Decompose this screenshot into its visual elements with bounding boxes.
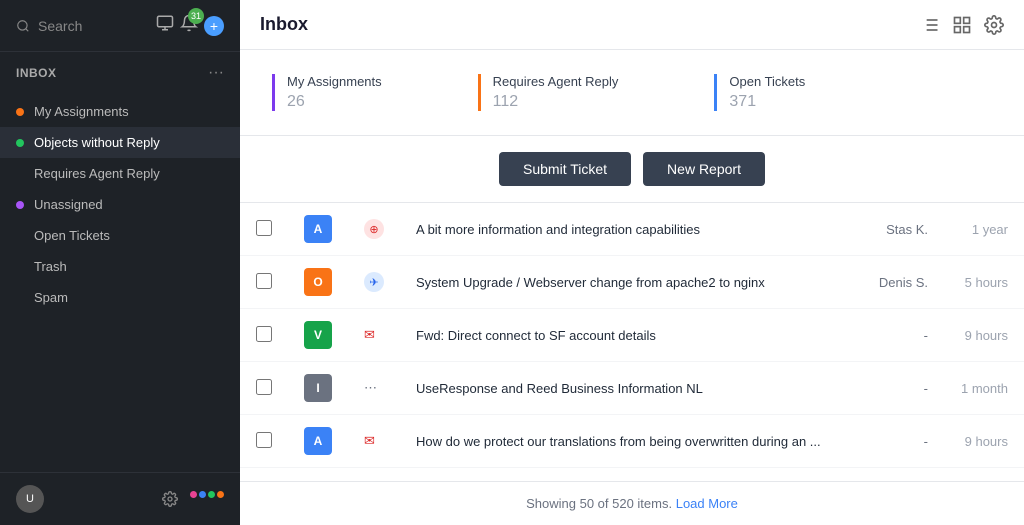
table-row[interactable]: V ✉ Fwd: Direct connect to SF account de… <box>240 309 1024 362</box>
time-ago: 9 hours <box>944 415 1024 468</box>
sidebar-item-unassigned[interactable]: Unassigned <box>0 189 240 220</box>
bell-icon-wrap[interactable]: 31 <box>180 14 198 37</box>
settings-header-icon[interactable] <box>984 15 1004 35</box>
subject-text: How do we protect our translations from … <box>416 434 821 449</box>
table-row[interactable]: O ✈ System Upgrade / Webserver change fr… <box>240 256 1024 309</box>
table-row[interactable]: I ⋯ UseResponse and Reed Business Inform… <box>240 362 1024 415</box>
lifebuoy-icon: ⊕ <box>364 219 384 239</box>
page-title: Inbox <box>260 14 308 35</box>
stat-open-tickets: Open Tickets 371 <box>714 74 853 111</box>
subject-text: System Upgrade / Webserver change from a… <box>416 275 765 290</box>
inbox-table: A ⊕ A bit more information and integrati… <box>240 203 1024 468</box>
sidebar-item-open-tickets[interactable]: Open Tickets <box>0 220 240 251</box>
avatar: A <box>304 427 332 455</box>
table-footer: Showing 50 of 520 items. Load More <box>240 481 1024 525</box>
user-avatar[interactable]: U <box>16 485 44 513</box>
time-ago: 5 hours <box>944 256 1024 309</box>
sidebar-item-label: Objects without Reply <box>34 135 160 150</box>
avatar: V <box>304 321 332 349</box>
row-checkbox[interactable] <box>256 273 272 289</box>
colorful-icon <box>190 491 224 507</box>
add-button[interactable]: + <box>204 16 224 36</box>
avatar: I <box>304 374 332 402</box>
telegram-icon: ✈ <box>364 272 384 292</box>
sidebar-item-label: My Assignments <box>34 104 129 119</box>
main-content: Inbox My Assignments 26 Requires Agent R… <box>240 0 1024 525</box>
search-area[interactable]: Search <box>16 18 146 34</box>
time-ago: 9 hours <box>944 309 1024 362</box>
sidebar-nav: My Assignments Objects without Reply Req… <box>0 96 240 313</box>
chat-icon: ⋯ <box>364 380 377 395</box>
sidebar-footer: U <box>0 472 240 525</box>
main-header: Inbox <box>240 0 1024 50</box>
agent-name: Denis S. <box>844 256 944 309</box>
sidebar-item-label: Trash <box>34 259 67 274</box>
sidebar-item-label: Spam <box>34 290 68 305</box>
row-checkbox[interactable] <box>256 432 272 448</box>
stat-my-assignments: My Assignments 26 <box>272 74 430 111</box>
agent-name: - <box>844 362 944 415</box>
monitor-icon <box>156 14 174 32</box>
sidebar-item-objects-without-reply[interactable]: Objects without Reply <box>0 127 240 158</box>
settings-icon[interactable] <box>162 491 178 507</box>
notification-badge: 31 <box>188 8 204 24</box>
avatar: A <box>304 215 332 243</box>
stat-label: My Assignments <box>287 74 382 89</box>
row-checkbox[interactable] <box>256 379 272 395</box>
inbox-section-header: INBOX ··· <box>16 64 224 82</box>
inbox-label: INBOX <box>16 66 57 80</box>
action-row: Submit Ticket New Report <box>240 136 1024 203</box>
stat-label: Requires Agent Reply <box>493 74 619 89</box>
footer-count: Showing 50 of 520 items. <box>526 496 672 511</box>
sidebar-item-label: Unassigned <box>34 197 103 212</box>
stat-label: Open Tickets <box>729 74 805 89</box>
submit-ticket-button[interactable]: Submit Ticket <box>499 152 631 186</box>
subject-text: UseResponse and Reed Business Informatio… <box>416 381 703 396</box>
sidebar-top: Search 31 + <box>0 0 240 52</box>
load-more-link[interactable]: Load More <box>676 496 738 511</box>
row-checkbox[interactable] <box>256 220 272 236</box>
sidebar-item-trash[interactable]: Trash <box>0 251 240 282</box>
top-icons: 31 + <box>156 14 224 37</box>
new-report-button[interactable]: New Report <box>643 152 765 186</box>
table-row[interactable]: A ✉ How do we protect our translations f… <box>240 415 1024 468</box>
row-checkbox[interactable] <box>256 326 272 342</box>
footer-icons <box>162 491 224 507</box>
subject-text: Fwd: Direct connect to SF account detail… <box>416 328 656 343</box>
agent-name: Stas K. <box>844 203 944 256</box>
sidebar-item-my-assignments[interactable]: My Assignments <box>0 96 240 127</box>
table-row[interactable]: A ⊕ A bit more information and integrati… <box>240 203 1024 256</box>
inbox-section: INBOX ··· <box>0 52 240 96</box>
search-label: Search <box>38 18 82 34</box>
stats-bar: My Assignments 26 Requires Agent Reply 1… <box>240 50 1024 136</box>
sidebar-item-label: Requires Agent Reply <box>34 166 160 181</box>
filter-icon[interactable] <box>920 15 940 35</box>
stat-value: 26 <box>287 93 382 111</box>
email-icon: ✉ <box>364 327 375 342</box>
dot-purple <box>16 201 24 209</box>
subject-text: A bit more information and integration c… <box>416 222 700 237</box>
search-icon <box>16 19 30 33</box>
time-ago: 1 year <box>944 203 1024 256</box>
sidebar-item-requires-agent-reply[interactable]: Requires Agent Reply <box>0 158 240 189</box>
grid-icon[interactable] <box>952 15 972 35</box>
agent-name: - <box>844 415 944 468</box>
table-wrap: A ⊕ A bit more information and integrati… <box>240 203 1024 481</box>
sidebar: Search 31 + INBOX ··· My Assignments Obj… <box>0 0 240 525</box>
stat-requires-agent-reply: Requires Agent Reply 112 <box>478 74 667 111</box>
avatar: O <box>304 268 332 296</box>
sidebar-item-spam[interactable]: Spam <box>0 282 240 313</box>
more-icon[interactable]: ··· <box>208 64 224 82</box>
email-icon: ✉ <box>364 433 375 448</box>
header-actions <box>920 15 1004 35</box>
agent-name: - <box>844 309 944 362</box>
dot-green <box>16 139 24 147</box>
sidebar-item-label: Open Tickets <box>34 228 110 243</box>
monitor-icon-wrap[interactable] <box>156 14 174 37</box>
stat-value: 371 <box>729 93 805 111</box>
stat-value: 112 <box>493 93 619 111</box>
time-ago: 1 month <box>944 362 1024 415</box>
dot-orange <box>16 108 24 116</box>
